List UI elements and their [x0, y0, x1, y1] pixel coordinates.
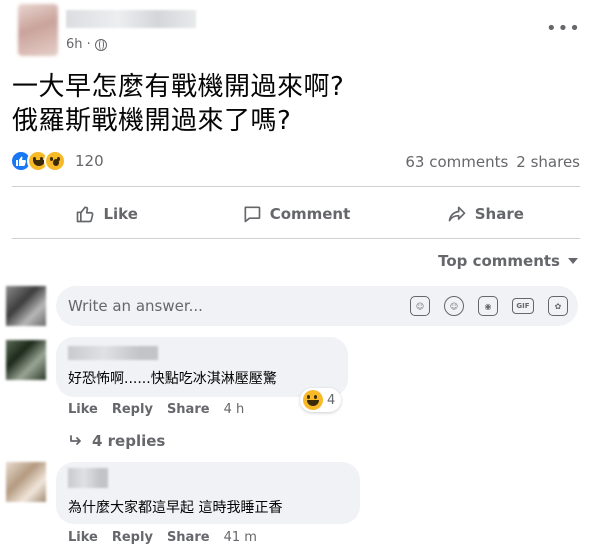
sticker-icon[interactable]: ✿ — [548, 296, 568, 316]
post-text-line-2: 俄羅斯戰機開過來了嗎? — [12, 106, 292, 136]
post-card: 6h · ••• 一大早怎麼有戰機開過來啊? 俄羅斯戰機開過來了嗎? 120 6… — [0, 0, 600, 556]
post-text: 一大早怎麼有戰機開過來啊? 俄羅斯戰機開過來了嗎? — [12, 70, 344, 138]
reactions-summary[interactable]: 120 — [10, 150, 104, 172]
divider — [12, 238, 580, 239]
gif-icon[interactable]: GIF — [512, 298, 534, 314]
comment-sort-dropdown[interactable]: Top comments — [438, 252, 578, 270]
comment-text: 為什麼大家都這早起 這時我睡正香 — [68, 500, 283, 516]
replies-label: 4 replies — [92, 432, 166, 450]
comment-input[interactable] — [68, 286, 368, 326]
comment-composer: ☺ ☺ ◉ GIF ✿ — [56, 286, 578, 326]
shares-count[interactable]: 2 shares — [516, 153, 580, 171]
reply-arrow-icon — [70, 435, 81, 445]
comment-text: 好恐怖啊......快點吃冰淇淋壓壓驚 — [68, 371, 277, 387]
comment-reply-button[interactable]: Reply — [112, 530, 153, 545]
avatar-sticker-icon[interactable]: ☺ — [410, 296, 430, 316]
comment-reactions[interactable]: 4 — [300, 388, 342, 412]
author-name-redacted[interactable] — [66, 10, 196, 28]
comment-share-button[interactable]: Share — [167, 402, 210, 417]
comment-like-button[interactable]: Like — [68, 402, 98, 417]
camera-icon[interactable]: ◉ — [478, 296, 498, 316]
comment-like-button[interactable]: Like — [68, 530, 98, 545]
comment-button[interactable]: Comment — [201, 194, 390, 234]
post-meta: 6h · — [66, 37, 107, 52]
composer-tools: ☺ ☺ ◉ GIF ✿ — [410, 296, 568, 316]
globe-icon — [94, 38, 107, 51]
haha-icon — [303, 390, 323, 410]
like-button[interactable]: Like — [12, 194, 201, 234]
comment-actions: Like Reply Share 4 h — [68, 402, 244, 417]
current-user-avatar[interactable] — [6, 286, 46, 326]
share-button[interactable]: Share — [391, 194, 580, 234]
post-time[interactable]: 6h · — [66, 37, 91, 52]
caret-down-icon — [568, 258, 578, 264]
comment-reply-button[interactable]: Reply — [112, 402, 153, 417]
post-stats: 63 comments 2 shares — [405, 153, 580, 171]
comment-bubble: 好恐怖啊......快點吃冰淇淋壓壓驚 — [56, 337, 348, 397]
like-button-label: Like — [103, 205, 138, 223]
commenter-avatar[interactable] — [6, 462, 46, 502]
wow-icon — [44, 150, 66, 172]
comment-time[interactable]: 4 h — [224, 402, 245, 417]
more-options-icon[interactable]: ••• — [546, 20, 581, 38]
thumbs-up-icon — [77, 206, 94, 223]
comment-time[interactable]: 41 m — [224, 530, 257, 545]
emoji-icon[interactable]: ☺ — [444, 296, 464, 316]
view-replies-link[interactable]: 4 replies — [68, 432, 165, 450]
comment-bubble: 為什麼大家都這早起 這時我睡正香 — [56, 462, 360, 524]
divider — [12, 186, 580, 187]
comments-count[interactable]: 63 comments — [405, 153, 508, 171]
comment-share-button[interactable]: Share — [167, 530, 210, 545]
commenter-avatar[interactable] — [6, 340, 46, 380]
comment-button-label: Comment — [269, 205, 351, 223]
comment-icon — [244, 206, 261, 223]
comment-reaction-count: 4 — [327, 392, 336, 408]
commenter-name-redacted[interactable] — [68, 346, 158, 360]
reaction-count: 120 — [75, 152, 104, 170]
share-icon — [448, 206, 466, 222]
commenter-name-redacted[interactable] — [68, 468, 108, 488]
post-actions: Like Comment Share — [12, 194, 580, 234]
author-avatar[interactable] — [18, 4, 58, 56]
post-text-line-1: 一大早怎麼有戰機開過來啊? — [12, 72, 345, 102]
share-button-label: Share — [474, 205, 524, 223]
comment-sort-label: Top comments — [438, 252, 560, 270]
comment-actions: Like Reply Share 41 m — [68, 530, 257, 545]
